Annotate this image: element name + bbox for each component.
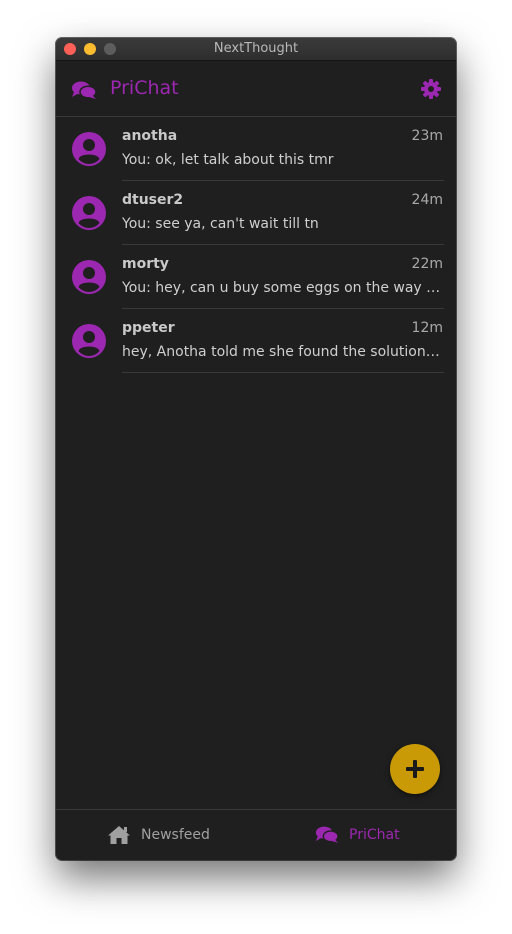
- contact-name: ppeter: [122, 320, 175, 336]
- avatar: [72, 132, 106, 166]
- home-icon: [107, 825, 131, 849]
- message-preview: You: hey, can u buy some eggs on the way…: [122, 280, 444, 296]
- avatar: [72, 196, 106, 230]
- new-chat-button[interactable]: [390, 744, 440, 794]
- conversation-item[interactable]: dtuser2 24m You: see ya, can't wait till…: [56, 181, 456, 245]
- plus-icon: [406, 760, 424, 778]
- message-time: 23m: [411, 128, 443, 144]
- gear-icon[interactable]: [420, 78, 442, 100]
- bottom-navigation: Newsfeed PriChat: [56, 809, 456, 860]
- contact-name: dtuser2: [122, 192, 184, 208]
- contact-name: anotha: [122, 128, 178, 144]
- message-preview: You: see ya, can't wait till tn: [122, 216, 319, 232]
- nav-newsfeed-button[interactable]: Newsfeed: [56, 810, 256, 860]
- divider: [122, 372, 444, 373]
- conversation-list: anotha 23m You: ok, let talk about this …: [56, 117, 456, 373]
- conversation-item[interactable]: anotha 23m You: ok, let talk about this …: [56, 117, 456, 181]
- nav-prichat-label: PriChat: [349, 827, 400, 843]
- title-bar[interactable]: NextThought: [56, 38, 456, 61]
- page-title: PriChat: [110, 77, 179, 99]
- window-title: NextThought: [213, 41, 299, 56]
- app-header: PriChat: [56, 61, 456, 117]
- message-preview: hey, Anotha told me she found the soluti…: [122, 344, 444, 360]
- nav-prichat-button[interactable]: PriChat: [256, 810, 456, 860]
- avatar: [72, 260, 106, 294]
- app-window: NextThought PriChat anotha 23m You: ok, …: [56, 38, 456, 860]
- conversation-item[interactable]: ppeter 12m hey, Anotha told me she found…: [56, 309, 456, 373]
- message-time: 24m: [411, 192, 443, 208]
- avatar: [72, 324, 106, 358]
- message-preview: You: ok, let talk about this tmr: [122, 152, 334, 168]
- message-time: 12m: [411, 320, 443, 336]
- message-time: 22m: [411, 256, 443, 272]
- chat-bubbles-icon: [315, 825, 339, 848]
- nav-newsfeed-label: Newsfeed: [141, 827, 210, 843]
- conversation-item[interactable]: morty 22m You: hey, can u buy some eggs …: [56, 245, 456, 309]
- chat-bubbles-icon: [71, 80, 97, 100]
- contact-name: morty: [122, 256, 169, 272]
